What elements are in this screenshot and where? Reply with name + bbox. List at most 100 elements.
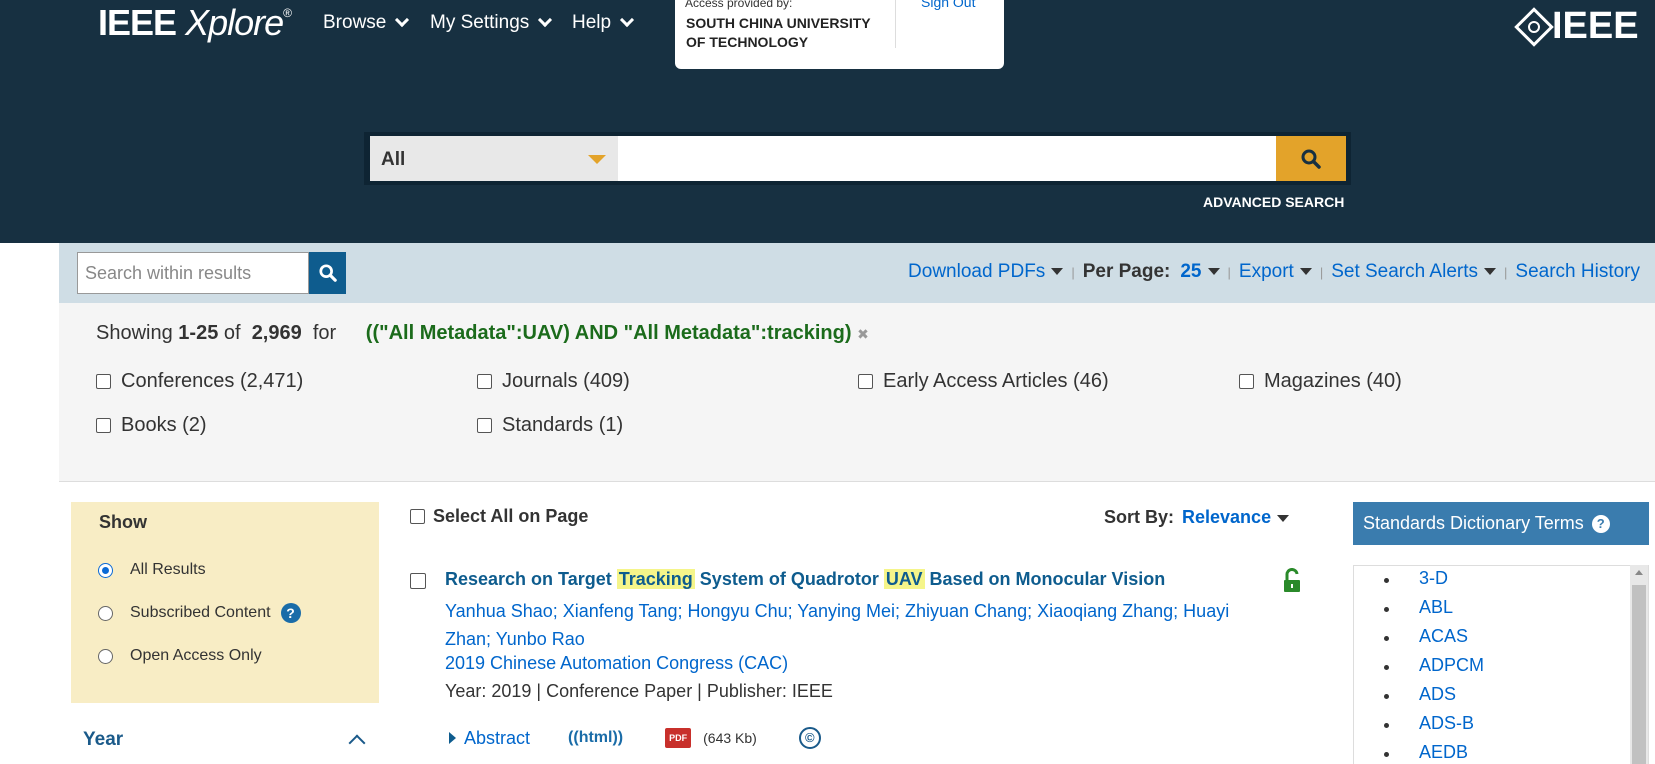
select-all-on-page[interactable]: Select All on Page [410,506,588,527]
per-page-value: 25 [1180,261,1202,282]
divider [895,0,896,48]
radio-button[interactable] [98,605,113,621]
caret-down-icon [1051,268,1064,276]
abstract-label: Abstract [464,727,531,748]
search-scope-select[interactable]: All [370,136,618,181]
filter-label: Journals (409) [502,370,630,392]
year-facet-title[interactable]: Year [83,729,123,751]
html-icon[interactable]: ((html)) [568,729,623,747]
abstract-toggle[interactable]: Abstract [449,728,530,749]
nav-help[interactable]: Help [572,12,635,34]
institution-name: SOUTH CHINA UNIVERSITY OF TECHNOLOGY [686,15,871,50]
filter-conferences[interactable]: Conferences (2,471) [96,370,303,393]
scrollbar-thumb[interactable] [1632,585,1646,764]
term-item[interactable]: ADPCM [1354,653,1648,682]
pdf-icon[interactable]: PDF [665,728,692,748]
checkbox[interactable] [477,374,492,389]
caret-down-icon [1277,514,1290,522]
chevron-down-icon [620,12,635,28]
search-history-link[interactable]: Search History [1515,261,1640,283]
logo-registered: ® [283,6,292,20]
filter-label: Early Access Articles (46) [883,370,1109,392]
term-item[interactable]: AEDB [1354,740,1648,764]
radio-subscribed[interactable]: Subscribed Content? [98,603,301,623]
separator: | [1227,264,1231,280]
title-highlight: UAV [883,569,925,589]
result-checkbox[interactable] [410,573,426,589]
radio-label: Open Access Only [130,647,262,664]
search-input[interactable] [618,136,1276,181]
checkbox[interactable] [477,418,492,433]
filter-early-access[interactable]: Early Access Articles (46) [858,370,1109,393]
export-menu[interactable]: Export [1239,261,1312,283]
copyright-icon[interactable]: © [798,727,821,749]
result-meta: Year: 2019 | Conference Paper | Publishe… [445,681,833,701]
per-page-select[interactable]: 25 [1180,261,1220,283]
ieee-diamond-icon [1514,6,1554,47]
sort-by[interactable]: Sort By: Relevance [1104,507,1290,528]
result-authors[interactable]: Yanhua Shao; Xianfeng Tang; Hongyu Chu; … [445,597,1275,653]
terms-scrollbar[interactable] [1630,565,1648,764]
site-header: IEEE Xplore® Browse My Settings Help Acc… [0,0,1655,243]
checkbox[interactable] [96,418,111,433]
title-text: System of Quadrotor [699,569,879,589]
logo-italic-text: Xplore [185,2,284,43]
search-within-input[interactable]: Search within results [77,252,309,294]
radio-open-access[interactable]: Open Access Only [98,647,262,665]
term-link[interactable]: ABL [1419,597,1453,617]
logo-main-text: IEEE [98,2,177,43]
chevron-up-icon[interactable] [348,734,366,752]
clear-query-icon[interactable]: ✖ [857,326,869,342]
nav-my-settings-label: My Settings [430,12,530,33]
term-item[interactable]: 3-D [1354,566,1648,595]
radio-button[interactable] [98,648,113,664]
term-link[interactable]: ACAS [1419,626,1468,646]
show-panel: Show All Results Subscribed Content? Ope… [71,502,379,703]
checkbox[interactable] [1239,374,1254,389]
term-link[interactable]: ADS [1419,684,1456,704]
result-title-link[interactable]: Research on Target Tracking System of Qu… [445,569,1165,590]
download-pdfs-label: Download PDFs [908,261,1046,282]
help-icon[interactable]: ? [1591,515,1610,533]
checkbox[interactable] [410,509,425,524]
term-item[interactable]: ACAS [1354,624,1648,653]
nav-browse[interactable]: Browse [323,12,410,34]
standards-title: Standards Dictionary Terms [1363,513,1584,533]
term-item[interactable]: ADS-B [1354,711,1648,740]
ieee-xplore-logo[interactable]: IEEE Xplore® [98,2,292,44]
ieee-logo[interactable]: IEEE [1514,5,1639,48]
results-summary: Showing 1-25 of 2,969 for (("All Metadat… [96,322,869,345]
search-alerts-menu[interactable]: Set Search Alerts [1331,261,1496,283]
advanced-search-link[interactable]: ADVANCED SEARCH [1203,194,1344,210]
scroll-up-arrow-icon[interactable] [1635,570,1643,575]
result-actions: Abstract ((html)) PDF (643 Kb) © [449,727,821,749]
title-text: Research on Target [445,569,612,589]
help-icon[interactable]: ? [280,603,301,623]
term-link[interactable]: 3-D [1419,568,1448,588]
term-link[interactable]: ADPCM [1419,655,1484,675]
radio-button[interactable] [98,562,113,578]
search-within-button[interactable] [309,252,346,294]
filter-journals[interactable]: Journals (409) [477,370,630,393]
filter-standards[interactable]: Standards (1) [477,414,623,437]
checkbox[interactable] [858,374,873,389]
term-link[interactable]: AEDB [1419,742,1468,762]
nav-my-settings[interactable]: My Settings [430,12,553,34]
result-venue-link[interactable]: 2019 Chinese Automation Congress (CAC) [445,653,788,674]
term-link[interactable]: ADS-B [1419,713,1474,733]
standards-terms-list: 3-D ABL ACAS ADPCM ADS ADS-B AEDB [1353,565,1649,764]
download-pdfs-menu[interactable]: Download PDFs [908,261,1064,283]
per-page-label: Per Page: [1082,261,1171,282]
radio-all-results[interactable]: All Results [98,561,206,579]
term-item[interactable]: ADS [1354,682,1648,711]
search-button[interactable] [1276,136,1346,181]
nav-browse-label: Browse [323,12,387,33]
separator: | [1504,264,1508,280]
filter-magazines[interactable]: Magazines (40) [1239,370,1402,393]
sign-out-link[interactable]: Sign Out [921,0,975,10]
checkbox[interactable] [96,374,111,389]
filter-label: Standards (1) [502,414,624,436]
filter-books[interactable]: Books (2) [96,414,207,437]
term-item[interactable]: ABL [1354,595,1648,624]
show-panel-title: Show [99,512,147,532]
